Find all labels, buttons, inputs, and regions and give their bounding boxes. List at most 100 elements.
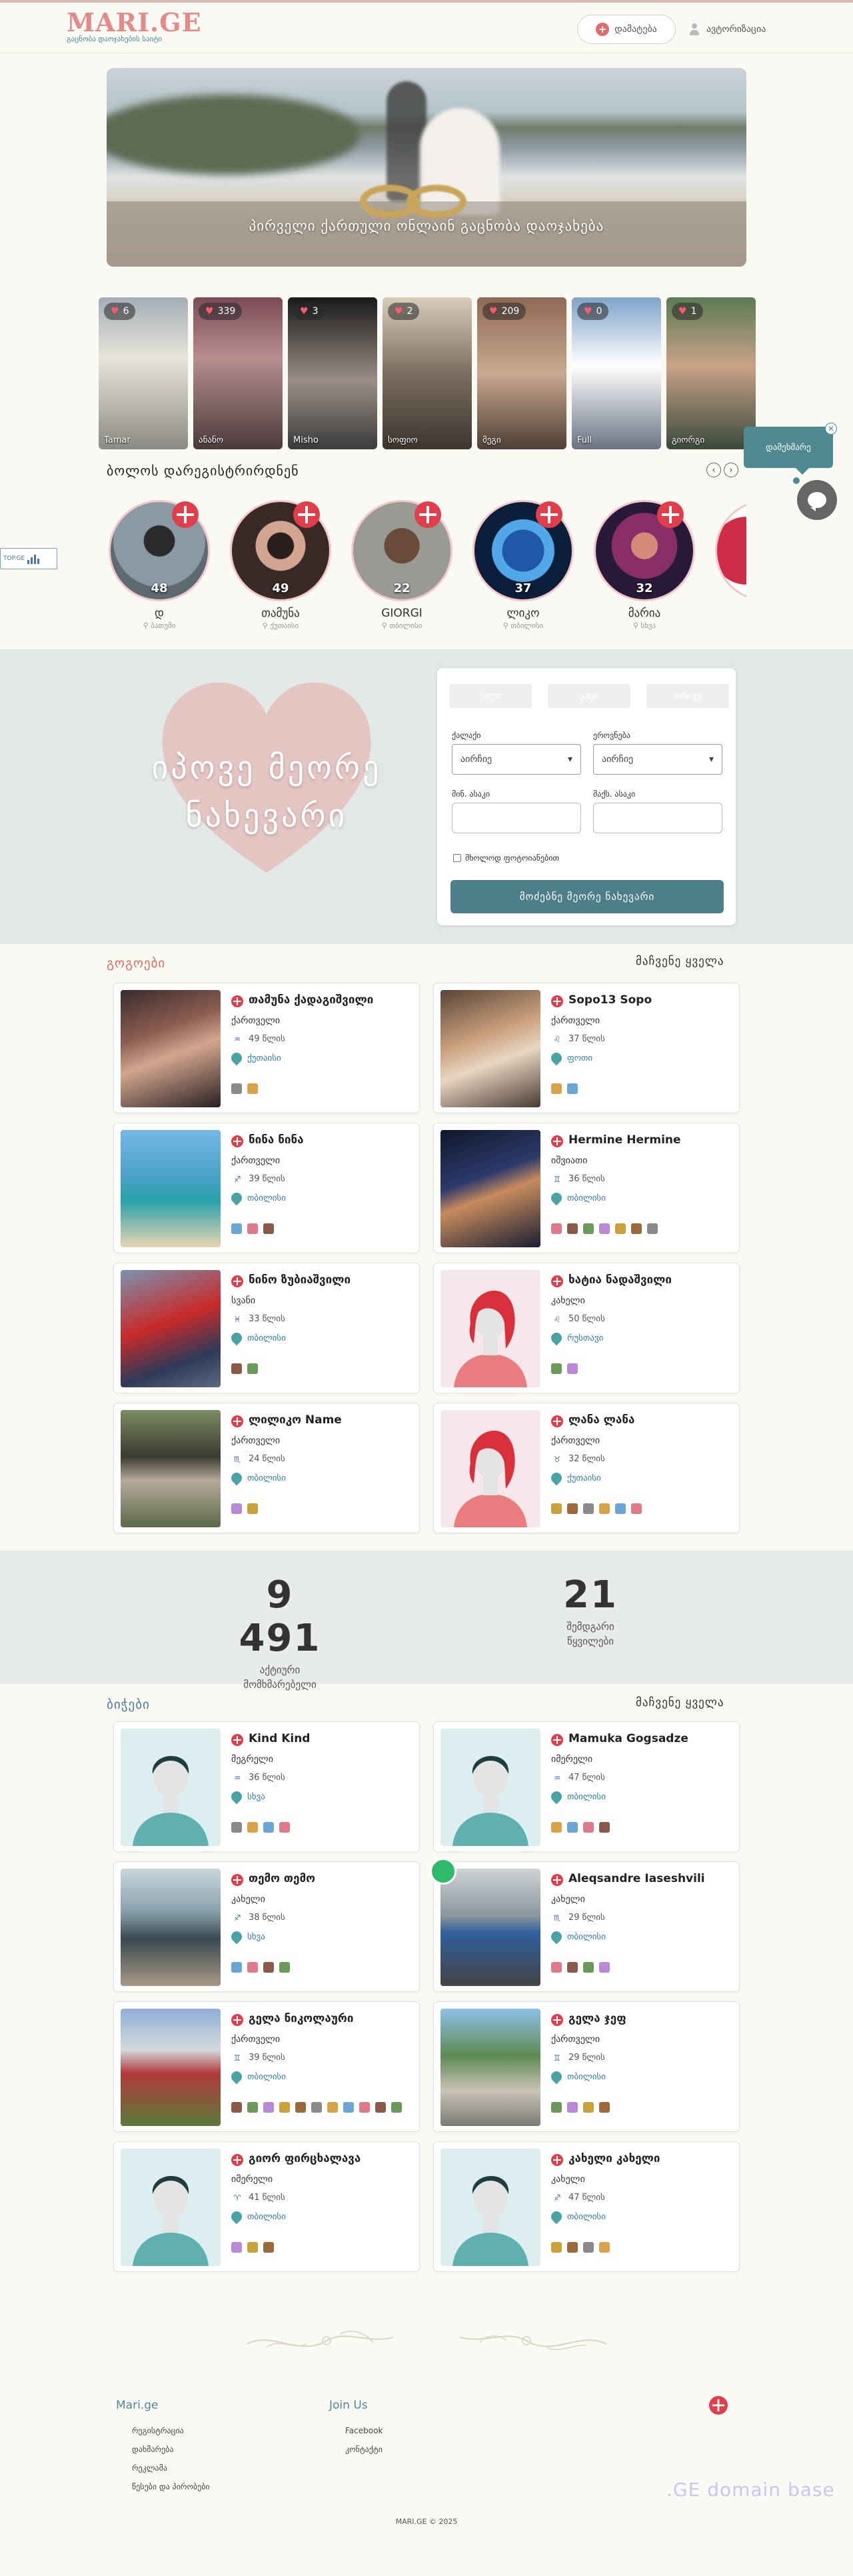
men-see-all-link[interactable]: მაჩვენე ყველა xyxy=(636,1696,724,1709)
footer-link-register[interactable]: რეგისტრაცია xyxy=(116,2421,210,2440)
logo[interactable]: MARI.GE გაცნობა დაოჯახების საიტი xyxy=(67,10,202,44)
story-card[interactable]: ♥ 2 სოფიო xyxy=(383,297,472,449)
profile-card[interactable]: კახელი კახელი კახელი ♐ 47 წლის თბილისი xyxy=(433,2141,740,2272)
profile-photo[interactable] xyxy=(440,2149,540,2266)
profile-name[interactable]: კახელი კახელი xyxy=(568,2152,660,2165)
new-user-card[interactable]: 37 ლიკო ⚲ თბილისი xyxy=(462,500,584,630)
search-button[interactable]: მოძებნე მეორე ნახევარი xyxy=(450,880,724,913)
story-likes[interactable]: ♥ 209 xyxy=(482,303,526,320)
only-photo-checkbox[interactable]: მხოლოდ ფოტოიანებით xyxy=(453,853,559,863)
profile-card[interactable]: ხატია ნადაშვილი კახელი ♌ 50 წლის რუსთავი xyxy=(433,1263,740,1393)
profile-name[interactable]: Mamuka Gogsadze xyxy=(568,1732,688,1745)
story-card[interactable]: ♥ 3 Misho xyxy=(288,297,377,449)
chevron-right-icon[interactable]: › xyxy=(724,463,738,477)
new-user-card[interactable]: 22 GIORGI ⚲ თბილისი xyxy=(341,500,462,630)
profile-card[interactable]: გელა ნიკოლაური ქართველი ♊ 39 წლის თბილისი xyxy=(113,2001,420,2132)
profile-name[interactable]: Hermine Hermine xyxy=(568,1133,681,1147)
footer-link-terms[interactable]: წესები და პირობები xyxy=(116,2477,210,2496)
profile-name[interactable]: თემო თემო xyxy=(249,1872,315,1885)
profile-photo[interactable] xyxy=(121,1130,221,1247)
profile-name[interactable]: Aleqsandre Iaseshvili xyxy=(568,1872,705,1885)
tab-both[interactable]: ორივე xyxy=(646,684,729,708)
footer-link-contact[interactable]: კონტაქტი xyxy=(329,2440,383,2459)
profile-name[interactable]: გელა ნიკოლაური xyxy=(249,2012,353,2025)
profile-photo[interactable] xyxy=(440,1729,540,1846)
profile-photo[interactable] xyxy=(121,1869,221,1986)
profile-card[interactable]: გელა ჯეფ ქართველი ♊ 29 წლის თბილისი xyxy=(433,2001,740,2132)
login-button[interactable]: ავტორიზაცია xyxy=(688,15,766,44)
story-card[interactable]: ♥ 339 ანანო xyxy=(193,297,283,449)
interest-icon xyxy=(567,2102,578,2113)
chat-prompt[interactable]: დამეხმარე xyxy=(744,427,833,475)
profile-card[interactable]: Mamuka Gogsadze იმერელი ♒ 47 წლის თბილისი xyxy=(433,1721,740,1852)
tab-female[interactable]: ქალი xyxy=(449,684,532,708)
story-card[interactable]: ♥ 0 Full xyxy=(572,297,661,449)
profile-photo[interactable] xyxy=(121,1410,221,1527)
story-card[interactable]: ♥ 6 Tamar xyxy=(99,297,188,449)
profile-photo[interactable] xyxy=(440,1270,540,1387)
profile-card[interactable]: ნინო ზუბიაშვილი სვანი ♓ 33 წლის თბილისი xyxy=(113,1263,420,1393)
profile-photo[interactable] xyxy=(121,2009,221,2126)
profile-card[interactable]: Sopo13 Sopo ქართველი ♌ 37 წლის ფოთი xyxy=(433,983,740,1113)
profile-card[interactable]: Hermine Hermine იშვიათი ♊ 36 წლის თბილისი xyxy=(433,1123,740,1253)
interest-icon xyxy=(359,2102,370,2113)
profile-card[interactable]: თემო თემო კახელი ♐ 38 წლის სხვა xyxy=(113,1861,420,1992)
profile-card[interactable]: Aleqsandre Iaseshvili კახელი ♏ 29 წლის თბ… xyxy=(430,1858,740,1992)
story-likes[interactable]: ♥ 0 xyxy=(577,303,609,320)
story-card[interactable]: ♥ 1 გიორგი xyxy=(666,297,756,449)
top-ge-counter[interactable]: TOP.GE xyxy=(0,548,57,569)
profile-name[interactable]: Kind Kind xyxy=(249,1732,310,1745)
tab-male[interactable]: კაცი xyxy=(548,684,630,708)
story-likes[interactable]: ♥ 339 xyxy=(199,303,243,320)
profile-photo[interactable] xyxy=(440,1869,540,1986)
footer-link-help[interactable]: დახმარება xyxy=(116,2440,210,2459)
profile-name[interactable]: გელა ჯეფ xyxy=(568,2012,626,2025)
profile-card[interactable]: ლანა ლანა ქართველი ♉ 32 წლის ქუთაისი xyxy=(433,1403,740,1533)
profile-name[interactable]: გიორ ფირცხალავა xyxy=(249,2152,361,2165)
profile-name[interactable]: Sopo13 Sopo xyxy=(568,993,652,1007)
add-button[interactable]: + დამატება xyxy=(577,15,676,44)
chat-button[interactable] xyxy=(797,480,837,520)
profile-photo[interactable] xyxy=(121,990,221,1107)
avatar[interactable] xyxy=(715,500,746,601)
plus-icon: + xyxy=(596,23,610,36)
new-user-card[interactable]: 48 დ ⚲ ბათუმი xyxy=(99,500,220,630)
footer-link-facebook[interactable]: Facebook xyxy=(329,2421,383,2440)
profile-card[interactable]: Kind Kind მეგრელი ♒ 36 წლის სხვა xyxy=(113,1721,420,1852)
profile-photo[interactable] xyxy=(121,2149,221,2266)
story-likes[interactable]: ♥ 3 xyxy=(293,303,325,320)
new-user-card[interactable]: 32 მარია ⚲ სხვა xyxy=(584,500,705,630)
profile-name[interactable]: ლილიკო Name xyxy=(249,1413,342,1427)
profile-photo[interactable] xyxy=(440,2009,540,2126)
profile-photo[interactable] xyxy=(440,1410,540,1527)
profile-name[interactable]: თამუნა ქადაგიშვილი xyxy=(249,993,373,1007)
profile-name[interactable]: ლანა ლანა xyxy=(568,1413,634,1427)
profile-photo[interactable] xyxy=(121,1729,221,1846)
women-see-all-link[interactable]: მაჩვენე ყველა xyxy=(636,955,724,968)
profile-card[interactable]: თამუნა ქადაგიშვილი ქართველი ♒ 49 წლის ქუთ… xyxy=(113,983,420,1113)
profile-name[interactable]: ხატია ნადაშვილი xyxy=(568,1273,672,1287)
profile-card[interactable]: ლილიკო Name ქართველი ♏ 24 წლის თბილისი xyxy=(113,1403,420,1533)
profile-photo[interactable] xyxy=(440,990,540,1107)
profile-card[interactable]: გიორ ფირცხალავა იმერელი ♈ 41 წლის თბილისი xyxy=(113,2141,420,2272)
profile-photo[interactable] xyxy=(440,1130,540,1247)
domain-base-badge[interactable]: .GE domain base xyxy=(666,2479,835,2501)
min-age-input[interactable] xyxy=(452,803,581,833)
new-user-card[interactable] xyxy=(705,500,746,601)
footer-link-ads[interactable]: რეკლამა xyxy=(116,2459,210,2477)
story-likes[interactable]: ♥ 6 xyxy=(104,303,136,320)
profile-name[interactable]: ნინა ნინა xyxy=(249,1133,304,1147)
chevron-left-icon[interactable]: ‹ xyxy=(706,463,721,477)
max-age-input[interactable] xyxy=(593,803,722,833)
new-user-card[interactable]: 49 თამუნა ⚲ ქუთაისი xyxy=(220,500,341,630)
close-icon[interactable]: ✕ xyxy=(825,423,837,435)
city-select[interactable]: აირჩიე ▾ xyxy=(452,744,581,775)
profile-name[interactable]: ნინო ზუბიაშვილი xyxy=(249,1273,351,1287)
story-likes[interactable]: ♥ 2 xyxy=(388,303,420,320)
profile-card[interactable]: ნინა ნინა ქართველი ♐ 39 წლის თბილისი xyxy=(113,1123,420,1253)
checkbox[interactable] xyxy=(453,854,461,862)
story-card[interactable]: ♥ 209 მეგი xyxy=(477,297,566,449)
nationality-select[interactable]: აირჩიე ▾ xyxy=(593,744,722,775)
profile-photo[interactable] xyxy=(121,1270,221,1387)
story-likes[interactable]: ♥ 1 xyxy=(672,303,704,320)
